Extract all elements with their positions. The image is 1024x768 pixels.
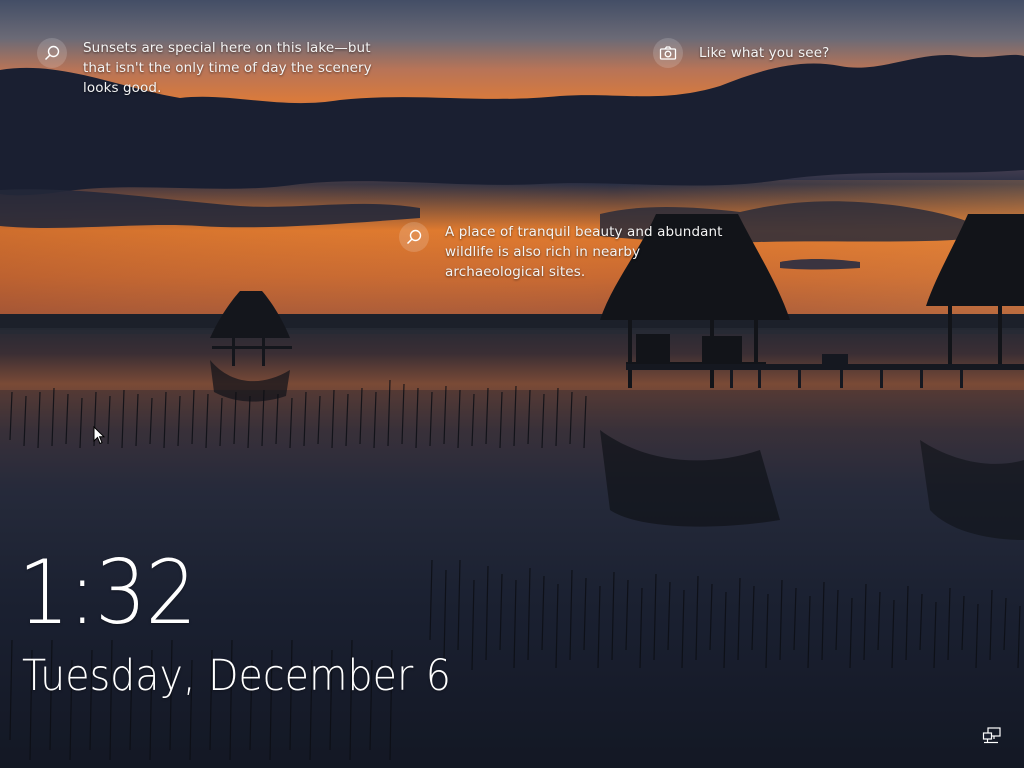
spotlight-feedback-button[interactable]: Like what you see? [653, 38, 829, 68]
hotspot-text-line: Sunsets are special here on this lake—bu… [83, 40, 371, 56]
spotlight-hotspot-sunsets[interactable]: Sunsets are special here on this lake—bu… [37, 38, 372, 98]
spotlight-hotspot-text: A place of tranquil beauty and abundant … [445, 222, 723, 282]
spotlight-feedback-label: Like what you see? [699, 45, 830, 61]
camera-icon[interactable] [653, 38, 683, 68]
spotlight-hotspot-text: Sunsets are special here on this lake—bu… [83, 38, 372, 98]
lock-screen-clock: 1:32 [18, 541, 197, 644]
search-icon[interactable] [399, 222, 429, 252]
lock-screen[interactable]: Sunsets are special here on this lake—bu… [0, 0, 1024, 768]
hotspot-text-line: that isn't the only time of day the scen… [83, 60, 372, 76]
search-icon[interactable] [37, 38, 67, 68]
hotspot-text-line: looks good. [83, 80, 162, 96]
lock-screen-date: Tuesday, December 6 [22, 651, 451, 701]
hotspot-text-line: wildlife is also rich in nearby [445, 244, 641, 260]
mouse-cursor-icon [93, 426, 105, 445]
hotspot-text-line: archaeological sites. [445, 264, 586, 280]
spotlight-hotspot-wildlife[interactable]: A place of tranquil beauty and abundant … [399, 222, 723, 282]
hotspot-text-line: A place of tranquil beauty and abundant [445, 224, 723, 240]
network-icon[interactable] [982, 727, 1002, 745]
